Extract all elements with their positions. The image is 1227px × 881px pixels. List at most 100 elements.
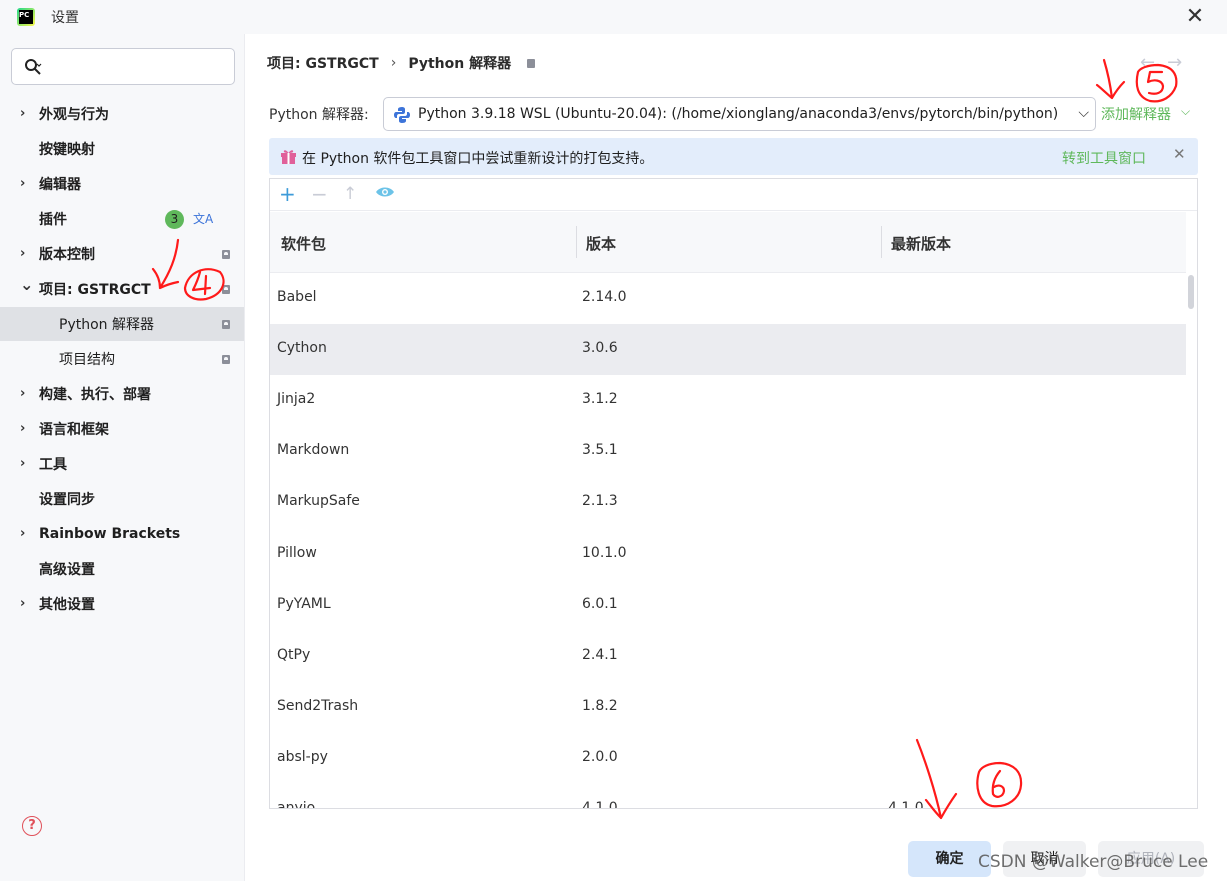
package-version-cell: 4.1.0: [582, 800, 618, 809]
chevron-right-icon[interactable]: ›: [20, 422, 32, 435]
settings-search[interactable]: [11, 48, 235, 85]
sidebar-item-label: 项目结构: [59, 352, 115, 368]
add-interpreter-link[interactable]: 添加解释器: [1101, 104, 1171, 124]
banner-text: 在 Python 软件包工具窗口中尝试重新设计的打包支持。: [302, 151, 654, 167]
package-name-cell: PyYAML: [277, 596, 331, 612]
pycharm-logo-icon: [17, 8, 35, 26]
sidebar-item[interactable]: 设置同步: [0, 482, 244, 516]
sidebar-item[interactable]: 项目结构: [0, 342, 244, 376]
column-divider[interactable]: [576, 226, 577, 258]
python-icon: [394, 107, 410, 123]
show-early-releases-eye-icon[interactable]: [375, 186, 395, 198]
sidebar-item[interactable]: › 工具: [0, 447, 244, 481]
sidebar-item-label: 工具: [39, 457, 67, 473]
interpreter-value: Python 3.9.18 WSL (Ubuntu-20.04): (/home…: [418, 106, 1059, 122]
package-name-cell: Markdown: [277, 442, 350, 458]
sidebar-item[interactable]: Python 解释器: [0, 307, 244, 341]
close-icon[interactable]: ✕: [1183, 5, 1207, 29]
sidebar-item[interactable]: › 编辑器: [0, 167, 244, 201]
package-version-cell: 3.5.1: [582, 442, 618, 458]
package-name-cell: Jinja2: [277, 391, 316, 407]
chevron-right-icon[interactable]: ›: [20, 107, 32, 120]
sidebar-item-label: 项目: GSTRGCT: [39, 282, 151, 298]
project-scope-icon: [222, 320, 230, 329]
sidebar-item-label: 版本控制: [39, 247, 95, 263]
help-icon[interactable]: ?: [22, 816, 42, 836]
table-row[interactable]: Jinja2 3.1.2: [270, 375, 1186, 426]
table-row[interactable]: Babel 2.14.0: [270, 273, 1186, 324]
sidebar-item[interactable]: 按键映射: [0, 132, 244, 166]
title-bar: 设置 ✕: [0, 0, 1227, 34]
remove-package-icon[interactable]: −: [311, 183, 328, 205]
banner-close-icon[interactable]: ✕: [1173, 145, 1186, 163]
translate-icon: 文A: [193, 212, 214, 226]
sidebar-item-label: 编辑器: [39, 177, 81, 193]
upgrade-package-icon[interactable]: ↑: [343, 183, 357, 205]
sidebar-item[interactable]: ⌄ 项目: GSTRGCT: [0, 272, 244, 306]
table-scrollbar[interactable]: [1188, 275, 1194, 309]
package-version-cell: 3.0.6: [582, 340, 618, 356]
sidebar-item[interactable]: › 外观与行为: [0, 97, 244, 131]
package-table-header: 软件包 版本 最新版本: [270, 212, 1186, 273]
sidebar-item-label: 设置同步: [39, 492, 95, 508]
info-banner: 在 Python 软件包工具窗口中尝试重新设计的打包支持。 转到工具窗口 ✕: [269, 138, 1198, 175]
sidebar-item[interactable]: › 构建、执行、部署: [0, 377, 244, 411]
chevron-right-icon[interactable]: ›: [20, 457, 32, 470]
package-panel: + − ↑ 软件包 版本 最新版本 Babel 2.14.0 Cython 3.0.6…: [269, 178, 1198, 809]
sidebar-item-label: 其他设置: [39, 597, 95, 613]
sidebar-item[interactable]: 插件 3 文A: [0, 202, 244, 236]
package-name-cell: MarkupSafe: [277, 493, 360, 509]
sidebar-item-label: Python 解释器: [59, 317, 154, 333]
column-header-package[interactable]: 软件包: [281, 233, 326, 254]
table-row[interactable]: Cython 3.0.6: [270, 324, 1186, 375]
column-header-version[interactable]: 版本: [586, 233, 616, 254]
breadcrumb-project[interactable]: 项目: GSTRGCT: [267, 53, 379, 73]
add-interpreter-chevron-icon[interactable]: ⌵: [1181, 104, 1190, 119]
package-version-cell: 6.0.1: [582, 596, 618, 612]
plugin-update-badge: 3: [165, 210, 184, 229]
table-row[interactable]: absl-py 2.0.0: [270, 733, 1186, 784]
table-row[interactable]: Pillow 10.1.0: [270, 529, 1186, 580]
package-version-cell: 10.1.0: [582, 545, 627, 561]
chevron-down-icon: ⌵: [1076, 105, 1089, 121]
table-row[interactable]: anyio 4.1.0 4.1.0: [270, 784, 1186, 809]
interpreter-select[interactable]: Python 3.9.18 WSL (Ubuntu-20.04): (/home…: [383, 97, 1096, 131]
go-to-tool-window-link[interactable]: 转到工具窗口: [1062, 148, 1146, 168]
back-forward-arrows[interactable]: ←→: [1140, 52, 1194, 73]
table-row[interactable]: Markdown 3.5.1: [270, 426, 1186, 477]
sidebar-item[interactable]: › 其他设置: [0, 587, 244, 621]
sidebar-item[interactable]: › Rainbow Brackets: [0, 517, 244, 551]
table-row[interactable]: QtPy 2.4.1: [270, 631, 1186, 682]
chevron-right-icon[interactable]: ›: [20, 177, 32, 190]
table-row[interactable]: PyYAML 6.0.1: [270, 580, 1186, 631]
project-scope-icon: [222, 285, 230, 294]
search-icon: [25, 59, 42, 75]
table-row[interactable]: Send2Trash 1.8.2: [270, 682, 1186, 733]
package-name-cell: absl-py: [277, 749, 328, 765]
sidebar-item[interactable]: 高级设置: [0, 552, 244, 586]
project-scope-icon: [222, 355, 230, 364]
package-version-cell: 3.1.2: [582, 391, 618, 407]
breadcrumb-page: Python 解释器: [408, 56, 512, 72]
chevron-right-icon[interactable]: ›: [20, 597, 32, 610]
sidebar-item-label: 高级设置: [39, 562, 95, 578]
package-version-cell: 2.1.3: [582, 493, 618, 509]
add-package-icon[interactable]: +: [279, 183, 296, 205]
search-input[interactable]: [52, 55, 227, 79]
package-version-cell: 2.14.0: [582, 289, 627, 305]
package-toolbar: + − ↑: [270, 179, 1197, 211]
sidebar-item[interactable]: › 语言和框架: [0, 412, 244, 446]
chevron-right-icon[interactable]: ›: [20, 387, 32, 400]
project-scope-icon: [527, 58, 536, 68]
column-divider[interactable]: [881, 226, 882, 258]
sidebar-item-label: 外观与行为: [39, 107, 109, 123]
sidebar-item-label: 构建、执行、部署: [39, 387, 151, 403]
package-name-cell: Cython: [277, 340, 327, 356]
sidebar-item[interactable]: › 版本控制: [0, 237, 244, 271]
chevron-down-icon[interactable]: ⌄: [20, 277, 33, 295]
chevron-right-icon[interactable]: ›: [20, 247, 32, 260]
chevron-right-icon[interactable]: ›: [20, 527, 32, 540]
table-row[interactable]: MarkupSafe 2.1.3: [270, 477, 1186, 528]
package-version-cell: 2.0.0: [582, 749, 618, 765]
column-header-latest[interactable]: 最新版本: [891, 233, 951, 254]
